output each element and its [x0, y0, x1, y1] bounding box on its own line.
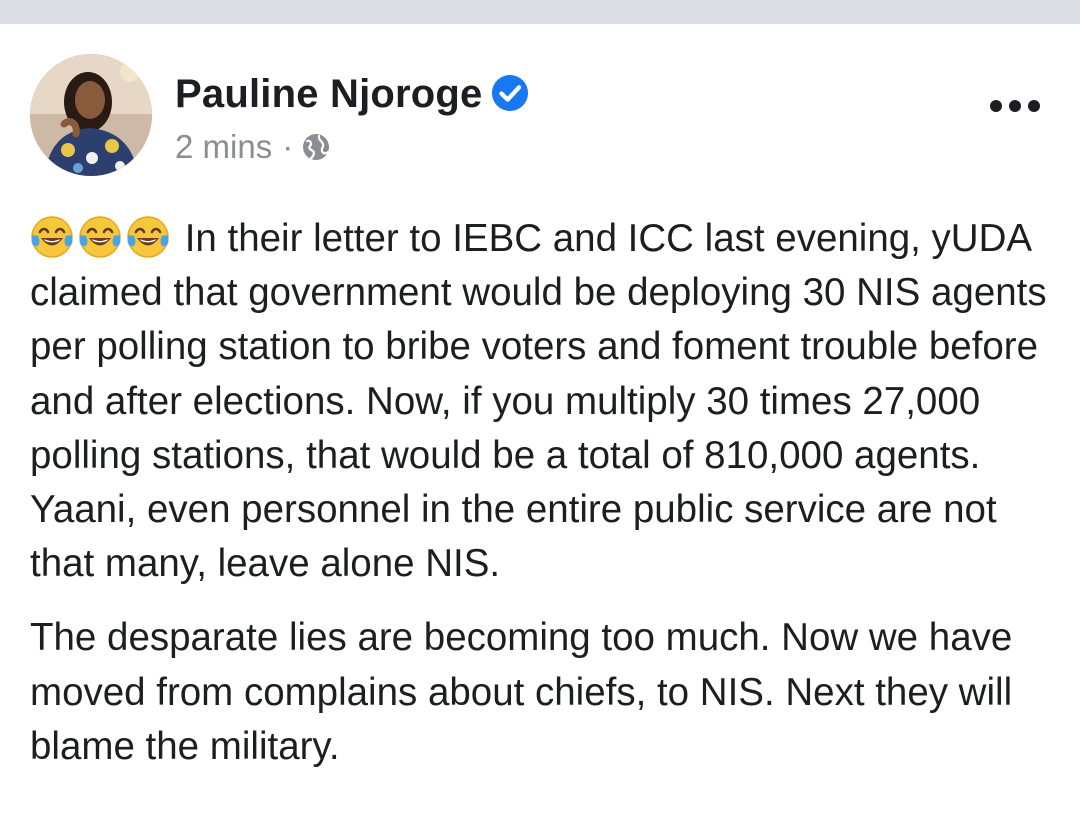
- face-with-tears-of-joy-icon: [31, 216, 73, 258]
- globe-icon[interactable]: [301, 132, 331, 162]
- post-paragraph-2: The desparate lies are becoming too much…: [30, 616, 1013, 768]
- author-name[interactable]: Pauline Njoroge: [175, 72, 529, 117]
- face-with-tears-of-joy-icon: [127, 216, 169, 258]
- verified-badge-icon: [491, 75, 528, 112]
- more-dot: [1028, 100, 1040, 112]
- paragraph-1-text: In their letter to IEBC and ICC last eve…: [30, 217, 1047, 586]
- face-with-tears-of-joy-icon: [79, 216, 121, 258]
- emoji-row: [30, 216, 174, 260]
- more-options-icon[interactable]: [990, 94, 1040, 118]
- meta-separator: ·: [282, 128, 294, 165]
- post-paragraph-1: In their letter to IEBC and ICC last eve…: [30, 212, 1055, 591]
- more-dot: [990, 100, 1002, 112]
- feed-separator: [0, 0, 1080, 24]
- author-name-text[interactable]: Pauline Njoroge: [175, 72, 483, 116]
- post-timestamp[interactable]: 2 mins: [175, 128, 272, 166]
- facebook-post: Pauline Njoroge 2 mins · In their letter…: [0, 24, 1080, 833]
- post-body: In their letter to IEBC and ICC last eve…: [30, 212, 1055, 774]
- more-dot: [1009, 100, 1021, 112]
- post-meta: 2 mins ·: [175, 128, 331, 166]
- author-avatar[interactable]: [30, 54, 152, 176]
